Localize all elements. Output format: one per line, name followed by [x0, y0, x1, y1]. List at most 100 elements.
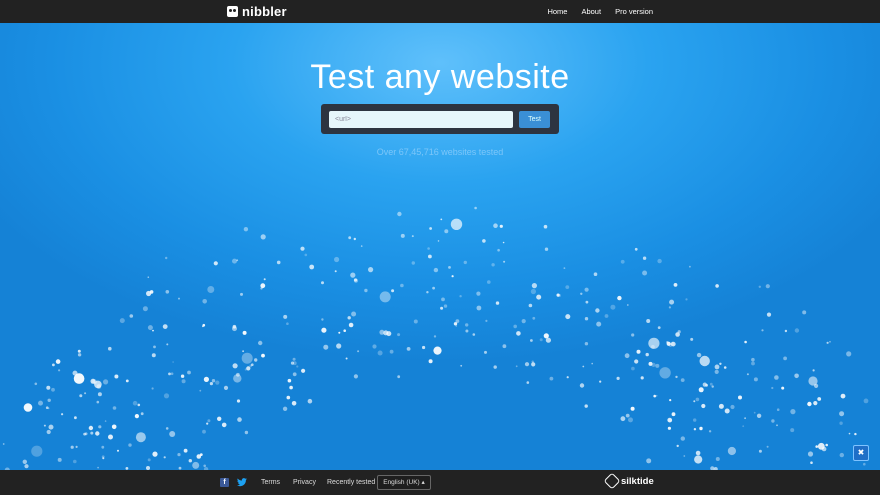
particle-dot — [336, 343, 342, 349]
particle-dot — [593, 272, 598, 276]
particle-dot — [170, 372, 174, 376]
particle-dot — [817, 397, 822, 401]
particle-dot — [292, 357, 296, 361]
particle-dot — [400, 233, 405, 238]
settings-icon[interactable]: ✖ — [853, 445, 869, 461]
particle-dot — [648, 337, 660, 349]
particle-dot — [233, 374, 242, 383]
particle-dot — [242, 350, 245, 353]
particle-dot — [463, 260, 467, 265]
particle-dot — [286, 322, 289, 326]
particle-dot — [357, 350, 360, 353]
silktide-brand[interactable]: silktide — [603, 472, 654, 490]
particle-dot — [263, 278, 266, 281]
particle-dot — [624, 353, 630, 359]
particle-dot — [377, 350, 383, 356]
particle-dot — [711, 385, 714, 388]
particle-dot — [151, 353, 156, 358]
particle-dot — [693, 428, 697, 431]
particle-dot — [582, 365, 585, 368]
particle-dot — [807, 401, 812, 407]
particle-dot — [709, 382, 713, 386]
particle-dot — [642, 270, 648, 276]
logo[interactable]: nibbler — [227, 3, 287, 20]
particle-dot — [495, 301, 500, 305]
particle-dot — [455, 325, 458, 327]
facebook-icon[interactable]: f — [220, 478, 229, 487]
particle-dot — [531, 362, 536, 367]
silktide-logo-icon — [603, 472, 621, 490]
particle-dot — [465, 323, 469, 327]
particle-dot — [286, 395, 291, 400]
particle-dot — [350, 272, 356, 278]
particle-dot — [751, 357, 755, 362]
particle-dot — [657, 258, 662, 264]
footer-link-terms[interactable]: Terms — [261, 479, 280, 486]
particle-dot — [724, 408, 730, 414]
particle-dot — [465, 329, 469, 333]
particle-dot — [642, 256, 647, 260]
particle-dot — [422, 345, 426, 350]
particle-dot — [129, 314, 134, 318]
particle-dot — [863, 462, 866, 466]
particle-dot — [34, 382, 38, 386]
particle-dot — [101, 455, 105, 459]
footer-link-privacy[interactable]: Privacy — [293, 479, 316, 486]
particle-dot — [631, 333, 635, 337]
language-select[interactable]: English (UK) ▴ — [377, 475, 431, 490]
url-input[interactable] — [329, 110, 513, 128]
particle-dot — [51, 387, 55, 392]
particle-dot — [183, 448, 188, 453]
particle-dot — [584, 287, 589, 292]
particle-dot — [634, 359, 639, 364]
particle-dot — [77, 353, 82, 357]
nav-pro-version[interactable]: Pro version — [615, 7, 653, 16]
particle-dot — [714, 369, 719, 374]
particle-dot — [142, 306, 148, 312]
particle-dot — [211, 379, 216, 383]
particle-dot — [699, 426, 703, 431]
particle-dot — [493, 223, 498, 228]
particle-dot — [848, 432, 851, 435]
particle-dot — [428, 254, 432, 259]
particle-dot — [2, 443, 5, 445]
particle-dot — [756, 413, 762, 418]
particle-dot — [58, 369, 61, 372]
particle-dot — [323, 344, 329, 350]
particle-dot — [584, 342, 589, 346]
particle-dot — [758, 285, 761, 288]
particle-dot — [364, 288, 368, 293]
particle-dot — [580, 292, 583, 295]
test-button[interactable]: Test — [519, 110, 550, 128]
particle-dot — [172, 361, 174, 363]
particle-dot — [528, 303, 533, 308]
particle-dot — [209, 382, 213, 386]
particle-dot — [168, 372, 171, 376]
footer-link-recently-tested[interactable]: Recently tested — [327, 479, 375, 486]
particle-dot — [104, 420, 107, 422]
twitter-icon[interactable] — [237, 478, 247, 487]
particle-dot — [673, 283, 678, 287]
particle-dot — [448, 266, 451, 269]
particle-dot — [616, 376, 620, 380]
particle-dot — [474, 206, 477, 210]
particle-dot — [207, 419, 211, 423]
particle-dot — [249, 364, 253, 368]
particle-dot — [646, 319, 651, 323]
particle-dot — [321, 318, 324, 321]
particle-dot — [199, 453, 203, 456]
particle-dot — [714, 364, 720, 370]
nav-about[interactable]: About — [581, 7, 601, 16]
particle-dot — [46, 429, 51, 435]
particle-dot — [112, 406, 117, 410]
particle-dot — [604, 314, 609, 318]
particle-dot — [530, 339, 533, 342]
particle-dot — [163, 456, 166, 459]
particle-dot — [667, 426, 672, 430]
particle-dot — [321, 327, 327, 333]
particle-dot — [440, 218, 443, 221]
particle-dot — [715, 284, 719, 288]
nav-home[interactable]: Home — [547, 7, 567, 16]
particle-dot — [353, 374, 358, 379]
particle-dot — [254, 358, 258, 362]
